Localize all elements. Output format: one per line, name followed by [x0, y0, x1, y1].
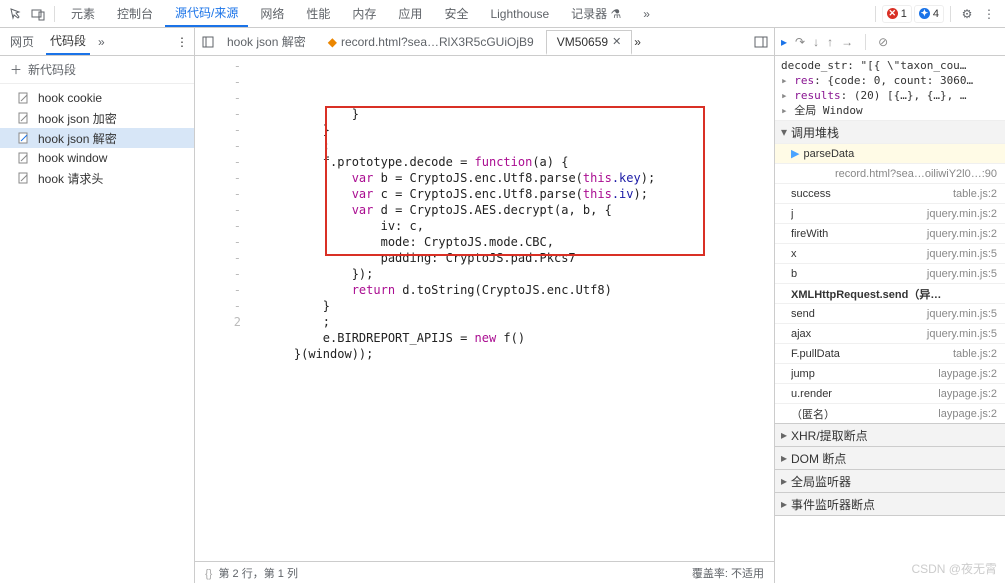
stack-frame[interactable]: record.html?sea…oiliwiY2l0…:90 — [775, 163, 1005, 183]
scope-view[interactable]: decode_str: "[{ \"taxon_cou…▸ res: {code… — [775, 56, 1005, 121]
error-icon: ✕ — [887, 8, 898, 19]
file-tab-1[interactable]: ◆record.html?sea…RlX3R5cGUiOjB9 — [318, 31, 544, 53]
code-editor[interactable]: ----------------2 } } ; f.prototype.deco… — [195, 56, 774, 561]
html-icon: ◆ — [328, 35, 337, 49]
message-icon: ✦ — [919, 8, 930, 19]
snippet-item[interactable]: hook json 加密 — [0, 108, 194, 128]
stack-frame[interactable]: u.renderlaypage.js:2 — [775, 383, 1005, 403]
tab-memory[interactable]: 内存 — [342, 1, 386, 26]
step-into-icon[interactable]: ↓ — [813, 35, 819, 49]
snippet-item[interactable]: hook 请求头 — [0, 168, 194, 188]
coverage: 覆盖率: 不适用 — [692, 565, 764, 581]
stack-frame[interactable]: xjquery.min.js:5 — [775, 243, 1005, 263]
callstack-list: ▶parseDatarecord.html?sea…oiliwiY2l0…:90… — [775, 143, 1005, 423]
file-tab-2[interactable]: VM50659 ✕ — [546, 30, 633, 55]
plus-icon: ＋ — [10, 61, 22, 78]
snippet-icon — [18, 172, 32, 184]
navigator-panel: 网页 代码段 » ⋮ ＋ 新代码段 hook cookiehook json 加… — [0, 28, 195, 583]
kebab-icon[interactable]: ⋮ — [979, 2, 999, 26]
deactivate-bp-icon[interactable]: ⊘ — [878, 35, 888, 49]
section-event[interactable]: ▸事件监听器断点 — [775, 493, 1005, 515]
nav-tab-snippets[interactable]: 代码段 — [46, 28, 90, 55]
file-nav-icon[interactable] — [201, 35, 215, 49]
stack-frame[interactable]: sendjquery.min.js:5 — [775, 303, 1005, 323]
snippet-item[interactable]: hook json 解密 — [0, 128, 194, 148]
tab-elements[interactable]: 元素 — [61, 1, 105, 26]
file-tab-0[interactable]: hook json 解密 — [217, 29, 316, 54]
close-icon[interactable]: ✕ — [612, 35, 621, 48]
snippet-icon — [18, 112, 32, 124]
tab-performance[interactable]: 性能 — [296, 1, 340, 26]
step-icon[interactable]: → — [841, 35, 853, 49]
navigator-tabs: 网页 代码段 » ⋮ — [0, 28, 194, 56]
stack-frame[interactable]: jumplaypage.js:2 — [775, 363, 1005, 383]
flask-icon: ⚗ — [611, 7, 622, 21]
step-over-icon[interactable]: ↷ — [795, 35, 805, 49]
snippet-icon — [18, 152, 32, 164]
snippet-icon — [18, 92, 32, 104]
tab-sources[interactable]: 源代码/来源 — [165, 0, 248, 27]
code-area[interactable]: } } ; f.prototype.decode = function(a) {… — [261, 56, 774, 561]
cursor-pos: {} 第 2 行，第 1 列 — [205, 565, 298, 581]
device-icon[interactable] — [28, 2, 48, 26]
settings-icon[interactable]: ⚙ — [957, 2, 977, 26]
snippet-list: hook cookiehook json 加密hook json 解密hook … — [0, 84, 194, 192]
snippet-icon — [18, 132, 32, 144]
nav-more[interactable]: » — [98, 35, 105, 49]
devtools-toolbar: 元素 控制台 源代码/来源 网络 性能 内存 应用 安全 Lighthouse … — [0, 0, 1005, 28]
stack-frame[interactable]: ▶parseData — [775, 143, 1005, 163]
section-xhr[interactable]: ▸XHR/提取断点 — [775, 424, 1005, 446]
more-tabs[interactable]: » — [633, 3, 660, 25]
tab-network[interactable]: 网络 — [250, 1, 294, 26]
snippet-item[interactable]: hook window — [0, 148, 194, 168]
message-badge[interactable]: ✦4 — [914, 5, 944, 23]
debugger-panel: ▸ ↷ ↓ ↑ → ⊘ decode_str: "[{ \"taxon_cou…… — [775, 28, 1005, 583]
inspect-icon[interactable] — [6, 2, 26, 26]
nav-tab-page[interactable]: 网页 — [6, 29, 38, 54]
status-bar: {} 第 2 行，第 1 列 覆盖率: 不适用 — [195, 561, 774, 583]
stack-frame[interactable]: successtable.js:2 — [775, 183, 1005, 203]
stack-frame[interactable]: ajaxjquery.min.js:5 — [775, 323, 1005, 343]
section-dom[interactable]: ▸DOM 断点 — [775, 447, 1005, 469]
tab-console[interactable]: 控制台 — [107, 1, 163, 26]
stack-frame[interactable]: bjquery.min.js:5 — [775, 263, 1005, 283]
stack-frame[interactable]: XMLHttpRequest.send（异… — [775, 283, 1005, 303]
debug-toolbar: ▸ ↷ ↓ ↑ → ⊘ — [775, 28, 1005, 56]
tab-recorder[interactable]: 记录器 ⚗ — [561, 1, 631, 26]
panel-toggle-icon[interactable] — [754, 35, 768, 49]
tab-security[interactable]: 安全 — [434, 1, 478, 26]
section-global[interactable]: ▸全局监听器 — [775, 470, 1005, 492]
stack-frame[interactable]: jjquery.min.js:2 — [775, 203, 1005, 223]
kebab-icon[interactable]: ⋮ — [176, 35, 188, 49]
tab-lighthouse[interactable]: Lighthouse — [480, 3, 559, 25]
section-callstack[interactable]: ▾调用堆栈 — [775, 121, 1005, 143]
tab-application[interactable]: 应用 — [388, 1, 432, 26]
stack-frame[interactable]: （匿名）laypage.js:2 — [775, 403, 1005, 423]
new-snippet-button[interactable]: ＋ 新代码段 — [0, 56, 194, 84]
gutter: ----------------2 — [195, 56, 247, 561]
editor-panel: hook json 解密 ◆record.html?sea…RlX3R5cGUi… — [195, 28, 775, 583]
stack-frame[interactable]: F.pullDatatable.js:2 — [775, 343, 1005, 363]
snippet-item[interactable]: hook cookie — [0, 88, 194, 108]
step-out-icon[interactable]: ↑ — [827, 35, 833, 49]
resume-icon[interactable]: ▸ — [781, 35, 787, 49]
file-tabs: hook json 解密 ◆record.html?sea…RlX3R5cGUi… — [195, 28, 774, 56]
more-files[interactable]: » — [634, 35, 641, 49]
stack-frame[interactable]: fireWithjquery.min.js:2 — [775, 223, 1005, 243]
fold-gutter — [247, 56, 261, 561]
error-badge[interactable]: ✕1 — [882, 5, 912, 23]
